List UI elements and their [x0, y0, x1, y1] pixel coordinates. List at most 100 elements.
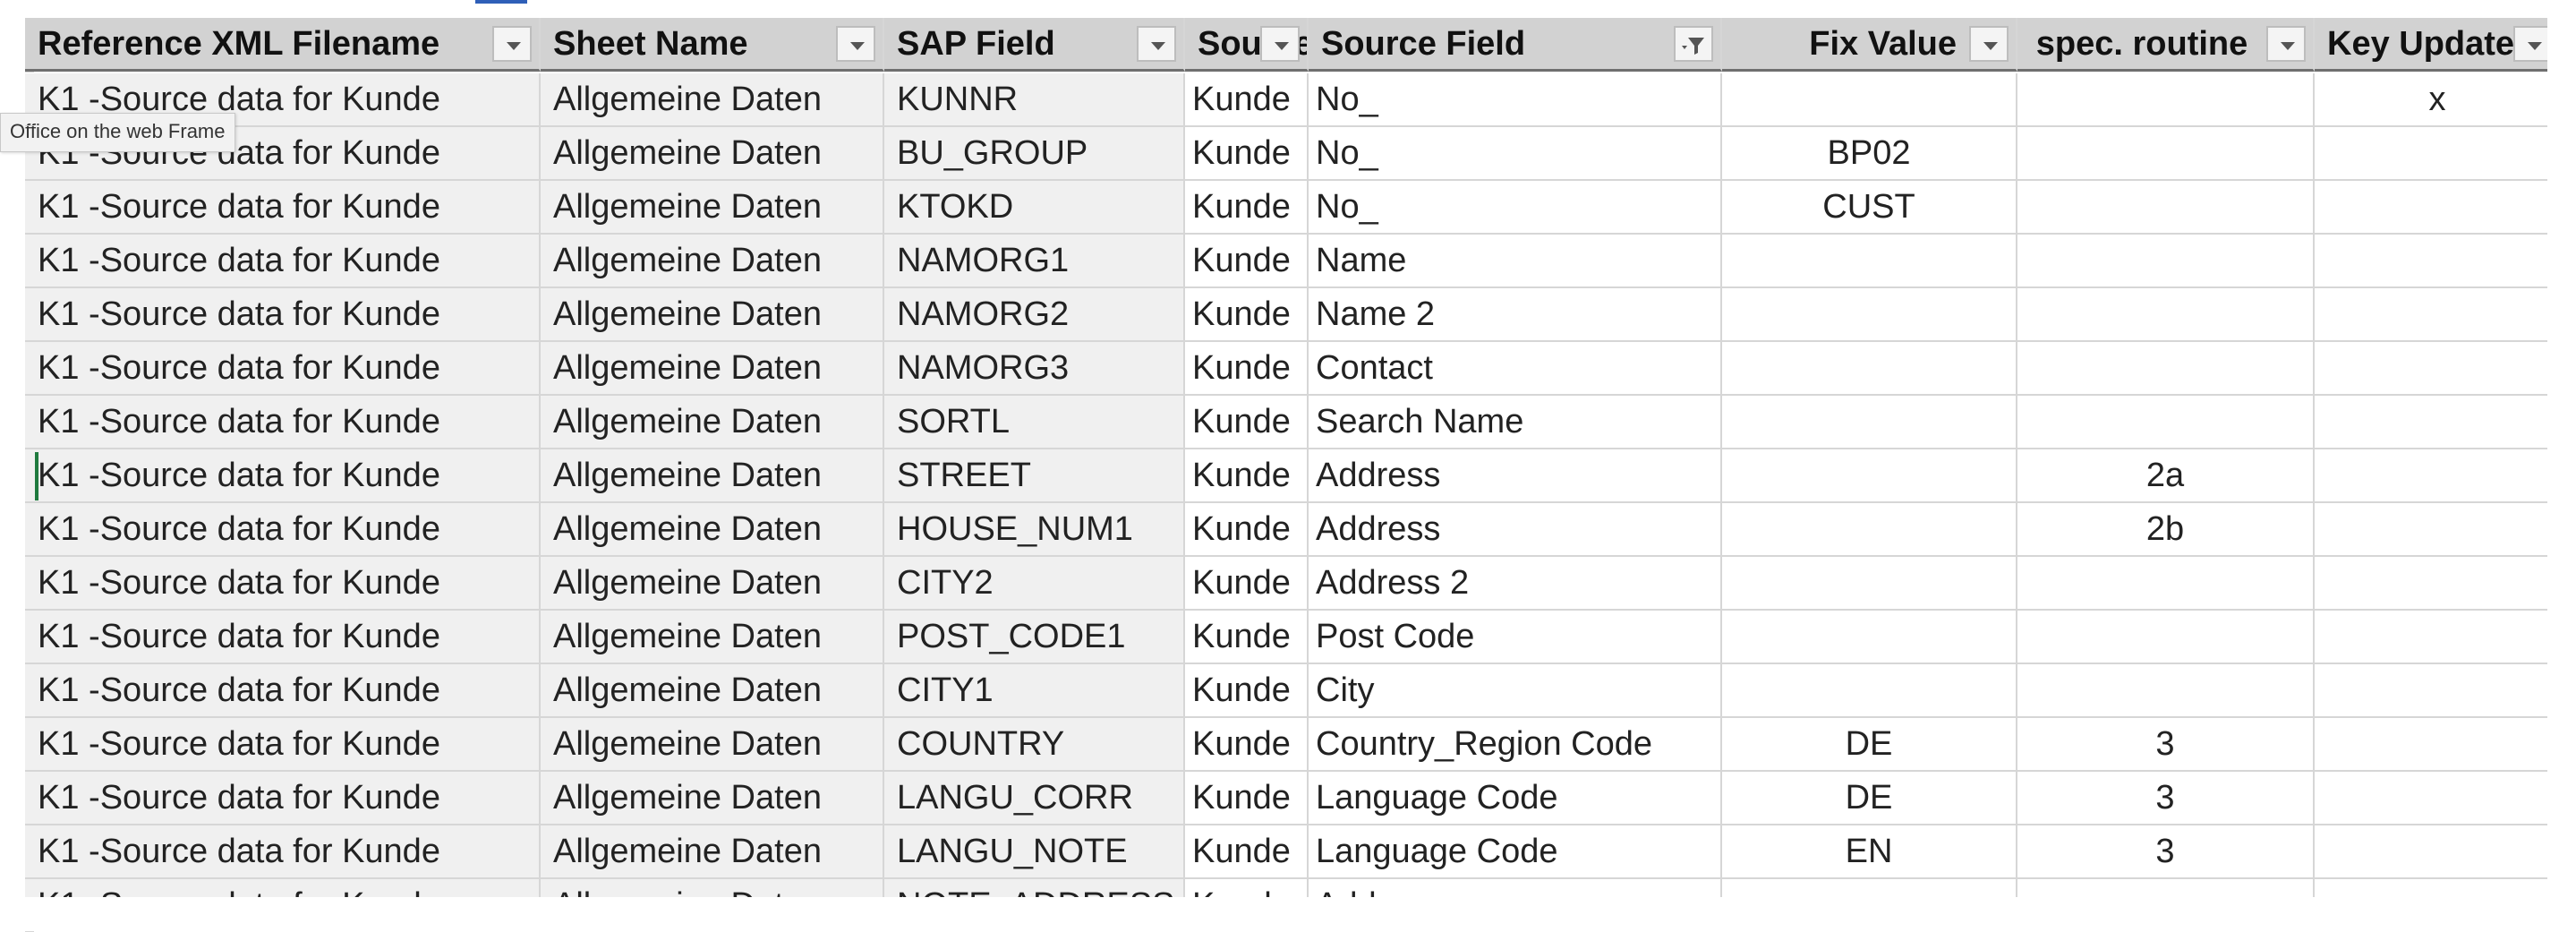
cell-source-table[interactable]: Kunde — [1185, 611, 1309, 664]
cell-source-table[interactable]: Kunde — [1185, 772, 1309, 825]
cell-reference-xml-filename[interactable]: K1 -Source data for Kunde — [25, 181, 541, 235]
cell-sap-field[interactable]: STREET — [884, 449, 1185, 503]
cell-reference-xml-filename[interactable]: K1 -Source data for Kunde — [25, 342, 541, 396]
cell-key-update[interactable] — [2315, 772, 2547, 825]
cell-key-update[interactable] — [2315, 611, 2547, 664]
cell-spec-routine[interactable] — [2017, 127, 2315, 181]
cell-sheet-name[interactable]: Allgemeine Daten — [541, 127, 884, 181]
cell-sheet-name[interactable]: Allgemeine Daten — [541, 611, 884, 664]
link-underline[interactable] — [475, 0, 527, 4]
cell-source-table[interactable]: Kunde — [1185, 73, 1309, 127]
cell-source-field[interactable]: Name 2 — [1309, 288, 1722, 342]
cell-spec-routine[interactable] — [2017, 557, 2315, 611]
column-header-spec-routine[interactable]: spec. routine — [2017, 18, 2315, 72]
cell-fix-value[interactable]: EN — [1722, 825, 2017, 879]
cell-reference-xml-filename[interactable]: K1 -Source data for Kunde — [25, 288, 541, 342]
cell-sheet-name[interactable]: Allgemeine Daten — [541, 235, 884, 288]
cell-fix-value[interactable] — [1722, 449, 2017, 503]
cell-key-update[interactable] — [2315, 235, 2547, 288]
cell-source-table[interactable]: Kunde — [1185, 718, 1309, 772]
cell-fix-value[interactable]: BP02 — [1722, 127, 2017, 181]
cell-sap-field[interactable]: POST_CODE1 — [884, 611, 1185, 664]
cell-reference-xml-filename[interactable]: K1 -Source data for Kunde — [25, 718, 541, 772]
cell-sap-field[interactable]: NAMORG1 — [884, 235, 1185, 288]
cell-source-field[interactable]: Address — [1309, 503, 1722, 557]
cell-spec-routine[interactable] — [2017, 73, 2315, 127]
cell-key-update[interactable] — [2315, 449, 2547, 503]
cell-source-field[interactable]: Country_Region Code — [1309, 718, 1722, 772]
cell-fix-value[interactable]: DE — [1722, 718, 2017, 772]
cell-sap-field[interactable]: LANGU_CORR — [884, 772, 1185, 825]
filter-dropdown-button[interactable] — [1674, 26, 1713, 62]
column-header-key-update[interactable]: Key Update — [2315, 18, 2547, 72]
cell-sap-field[interactable]: BU_GROUP — [884, 127, 1185, 181]
filter-dropdown-button[interactable] — [492, 26, 532, 62]
cell-key-update[interactable] — [2315, 825, 2547, 879]
cell-key-update[interactable] — [2315, 342, 2547, 396]
cell-sap-field[interactable]: CITY2 — [884, 557, 1185, 611]
cell-fix-value[interactable] — [1722, 396, 2017, 449]
cell-key-update[interactable] — [2315, 396, 2547, 449]
cell-source-field[interactable]: Contact — [1309, 342, 1722, 396]
cell-source-field[interactable]: Address 2 — [1309, 557, 1722, 611]
cell-sap-field[interactable]: KTOKD — [884, 181, 1185, 235]
cell-source-table[interactable]: Kunde — [1185, 127, 1309, 181]
cell-fix-value[interactable] — [1722, 503, 2017, 557]
cell-sap-field[interactable]: COUNTRY — [884, 718, 1185, 772]
filter-dropdown-button[interactable] — [2266, 26, 2306, 62]
column-header-sap-field[interactable]: SAP Field — [884, 18, 1185, 72]
filter-dropdown-button[interactable] — [1969, 26, 2009, 62]
column-header-source-field[interactable]: Source Field — [1309, 18, 1722, 72]
cell-fix-value[interactable] — [1722, 611, 2017, 664]
cell-sheet-name[interactable]: Allgemeine Daten — [541, 73, 884, 127]
cell-sheet-name[interactable]: Allgemeine Daten — [541, 879, 884, 897]
cell-sheet-name[interactable]: Allgemeine Daten — [541, 503, 884, 557]
cell-fix-value[interactable] — [1722, 879, 2017, 897]
cell-sap-field[interactable]: CITY1 — [884, 664, 1185, 718]
cell-reference-xml-filename[interactable]: K1 -Source data for Kunde — [25, 396, 541, 449]
cell-sheet-name[interactable]: Allgemeine Daten — [541, 825, 884, 879]
cell-source-table[interactable]: Kunde — [1185, 557, 1309, 611]
cell-source-table[interactable]: Kunde — [1185, 396, 1309, 449]
cell-key-update[interactable] — [2315, 879, 2547, 897]
cell-reference-xml-filename[interactable]: K1 -Source data for Kunde — [25, 825, 541, 879]
cell-spec-routine[interactable] — [2017, 181, 2315, 235]
cell-source-field[interactable]: Address — [1309, 879, 1722, 897]
cell-fix-value[interactable] — [1722, 664, 2017, 718]
cell-spec-routine[interactable] — [2017, 664, 2315, 718]
cell-source-field[interactable]: Search Name — [1309, 396, 1722, 449]
cell-key-update[interactable]: x — [2315, 73, 2547, 127]
cell-source-field[interactable]: Post Code — [1309, 611, 1722, 664]
filter-dropdown-button[interactable] — [836, 26, 875, 62]
filter-dropdown-button[interactable] — [2513, 26, 2547, 62]
cell-source-table[interactable]: Kunde — [1185, 825, 1309, 879]
cell-reference-xml-filename[interactable]: K1 -Source data for Kunde — [25, 503, 541, 557]
cell-sheet-name[interactable]: Allgemeine Daten — [541, 181, 884, 235]
cell-source-table[interactable]: Kunde — [1185, 503, 1309, 557]
filter-dropdown-button[interactable] — [1260, 26, 1300, 62]
cell-sheet-name[interactable]: Allgemeine Daten — [541, 342, 884, 396]
cell-source-table[interactable]: Kunde — [1185, 449, 1309, 503]
cell-fix-value[interactable]: DE — [1722, 772, 2017, 825]
cell-source-field[interactable]: Address — [1309, 449, 1722, 503]
cell-sheet-name[interactable]: Allgemeine Daten — [541, 772, 884, 825]
cell-spec-routine[interactable] — [2017, 396, 2315, 449]
cell-source-table[interactable]: Kunde — [1185, 879, 1309, 897]
cell-spec-routine[interactable]: 2b — [2017, 503, 2315, 557]
cell-source-field[interactable]: Language Code — [1309, 825, 1722, 879]
cell-sheet-name[interactable]: Allgemeine Daten — [541, 288, 884, 342]
cell-spec-routine[interactable]: 3 — [2017, 825, 2315, 879]
cell-source-table[interactable]: Kunde — [1185, 181, 1309, 235]
cell-key-update[interactable] — [2315, 664, 2547, 718]
column-header-fix-value[interactable]: Fix Value — [1722, 18, 2017, 72]
cell-reference-xml-filename[interactable]: K1 -Source data for Kunde — [25, 879, 541, 897]
cell-sap-field[interactable]: NAMORG2 — [884, 288, 1185, 342]
cell-source-field[interactable]: Name — [1309, 235, 1722, 288]
cell-key-update[interactable] — [2315, 127, 2547, 181]
cell-spec-routine[interactable] — [2017, 342, 2315, 396]
cell-sap-field[interactable]: SORTL — [884, 396, 1185, 449]
cell-reference-xml-filename[interactable]: K1 -Source data for Kunde — [25, 611, 541, 664]
cell-sap-field[interactable]: LANGU_NOTE — [884, 825, 1185, 879]
cell-sap-field[interactable]: HOUSE_NUM1 — [884, 503, 1185, 557]
cell-source-table[interactable]: Kunde — [1185, 235, 1309, 288]
